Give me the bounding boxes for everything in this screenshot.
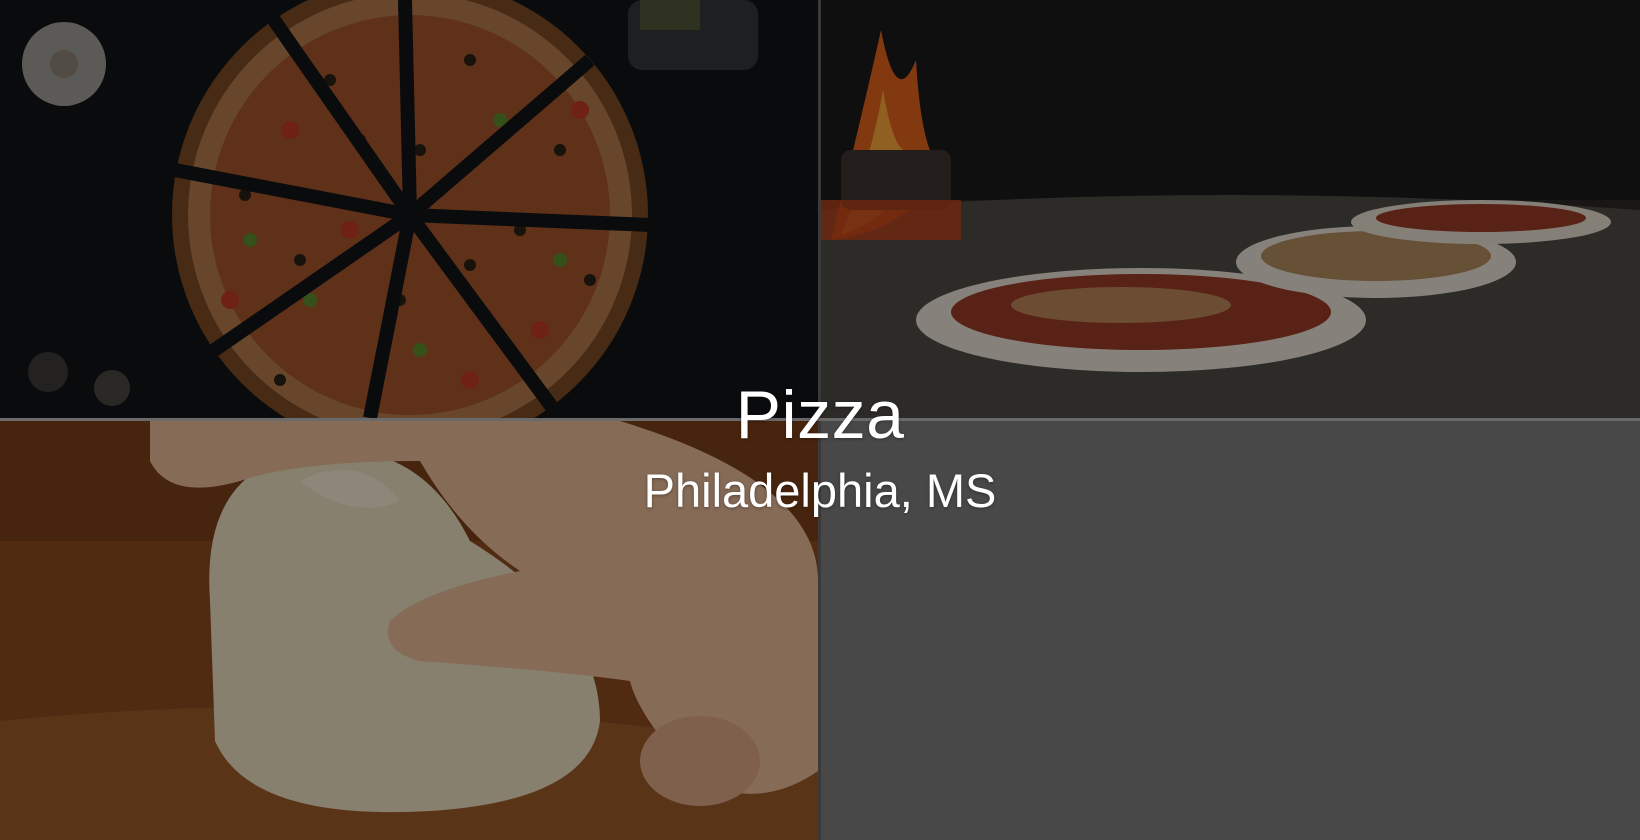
dough-kneading-photo: [0, 421, 818, 840]
hero-banner: Pizza Philadelphia, MS: [0, 0, 1640, 840]
pizza-oven-photo: [821, 0, 1640, 418]
empty-gray-panel: [821, 421, 1640, 840]
sliced-pizza-photo: [0, 0, 818, 418]
tile-divider-horizontal: [0, 418, 1640, 421]
